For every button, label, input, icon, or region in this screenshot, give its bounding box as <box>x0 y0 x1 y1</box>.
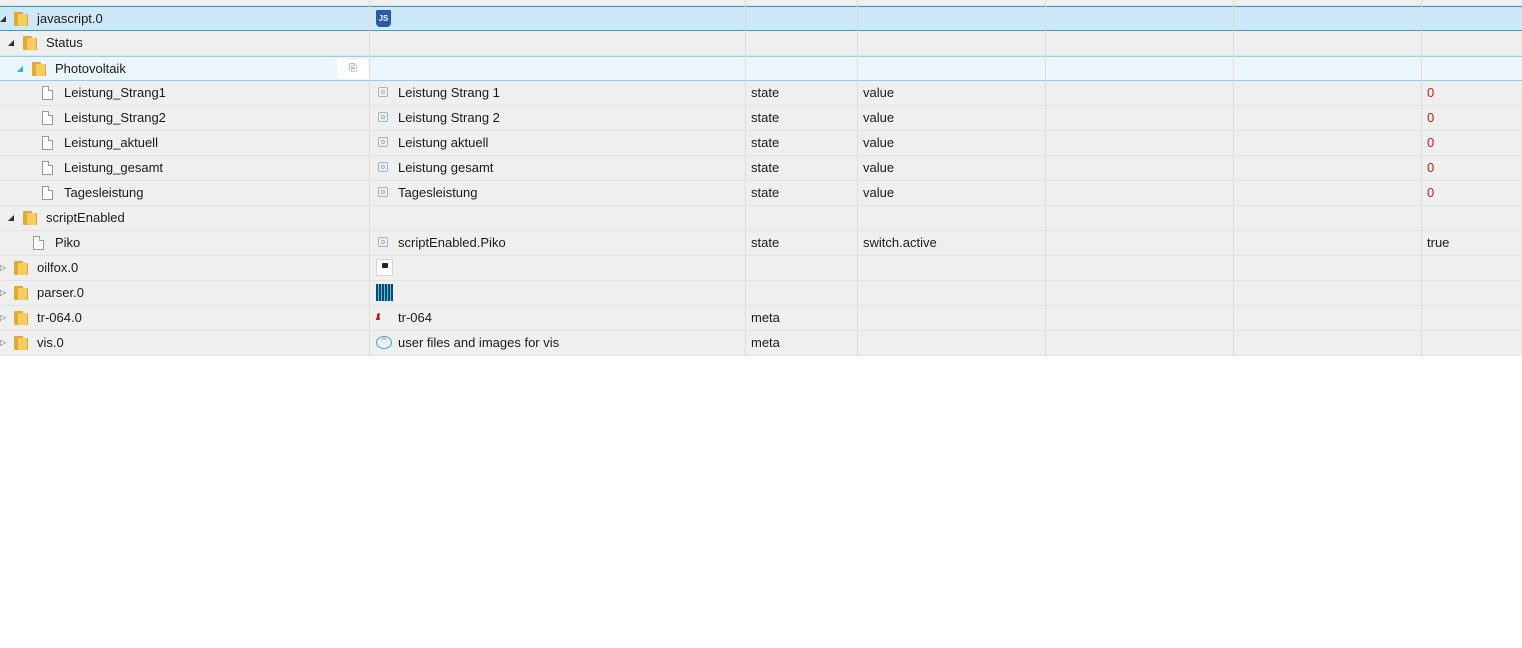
row-title: Leistung Strang 1 <box>398 85 500 100</box>
row-title: Leistung Strang 2 <box>398 110 500 125</box>
collapse-arrow-icon[interactable] <box>0 7 8 31</box>
js-icon: JS <box>376 10 391 27</box>
file-icon <box>42 111 53 125</box>
row-role: value <box>863 135 895 150</box>
column-divider[interactable] <box>1045 0 1046 356</box>
file-icon <box>42 86 53 100</box>
state-icon <box>378 237 388 247</box>
tree-row-piko[interactable]: Piko scriptEnabled.Piko state switch.act… <box>0 231 1522 256</box>
row-type: state <box>751 235 780 250</box>
tree-row-status[interactable]: Status <box>0 31 1522 56</box>
row-role: switch.active <box>863 235 937 250</box>
row-type: state <box>751 110 780 125</box>
row-name: Leistung_aktuell <box>64 135 158 150</box>
folder-icon <box>14 12 28 26</box>
tree-row-tr064[interactable]: tr-064.0 /\/\ tr-064 meta <box>0 306 1522 331</box>
row-role: value <box>863 85 895 100</box>
tree-row-leistung-strang1[interactable]: Leistung_Strang1 Leistung Strang 1 state… <box>0 81 1522 106</box>
row-name: Photovoltaik <box>55 61 126 76</box>
tree-row-javascript[interactable]: javascript.0 JS <box>0 6 1522 31</box>
collapse-arrow-icon[interactable] <box>6 31 16 55</box>
row-name: energy <box>37 0 337 5</box>
row-name: Tagesleistung <box>64 185 144 200</box>
row-title: Tagesleistung <box>398 185 478 200</box>
row-name: tr-064.0 <box>37 310 82 325</box>
expand-arrow-icon[interactable] <box>0 281 8 305</box>
row-title: user files and images for vis <box>398 335 560 350</box>
folder-icon <box>23 211 37 225</box>
file-icon <box>42 161 53 175</box>
tree-row-photovoltaik[interactable]: Photovoltaik ⎘ <box>0 56 1522 81</box>
row-name: Piko <box>55 235 81 250</box>
row-name: Leistung_Strang2 <box>64 110 166 125</box>
tree-row-tagesleistung[interactable]: Tagesleistung Tagesleistung state value … <box>0 181 1522 206</box>
row-role: value <box>863 185 895 200</box>
state-icon <box>378 162 388 172</box>
object-tree: energy javascript.0 JS Status Photovolta… <box>0 0 1522 356</box>
row-type: state <box>751 85 780 100</box>
row-value[interactable]: 0 <box>1427 181 1517 205</box>
file-icon <box>42 136 53 150</box>
row-value[interactable]: 0 <box>1427 106 1517 130</box>
collapse-arrow-icon[interactable] <box>6 206 16 230</box>
row-name: Leistung_Strang1 <box>64 85 166 100</box>
row-value[interactable]: 0 <box>1427 156 1517 180</box>
copy-icon[interactable]: ⎘ <box>337 59 369 79</box>
collapse-arrow-icon[interactable] <box>15 57 25 81</box>
file-icon <box>42 186 53 200</box>
state-icon <box>378 137 388 147</box>
state-icon <box>378 112 388 122</box>
row-name: javascript.0 <box>37 11 103 26</box>
tree-row-leistung-gesamt[interactable]: Leistung_gesamt Leistung gesamt state va… <box>0 156 1522 181</box>
parser-icon <box>376 284 393 301</box>
row-title: scriptEnabled.Piko <box>398 235 506 250</box>
expand-arrow-icon[interactable] <box>0 0 8 5</box>
tree-row-oilfox[interactable]: oilfox.0 <box>0 256 1522 281</box>
folder-icon <box>23 36 37 50</box>
folder-icon <box>32 62 46 76</box>
state-icon <box>378 187 388 197</box>
row-type: state <box>751 185 780 200</box>
column-divider[interactable] <box>857 0 858 356</box>
row-name: scriptEnabled <box>46 210 125 225</box>
column-divider[interactable] <box>1233 0 1234 356</box>
row-type: meta <box>751 310 780 325</box>
expand-arrow-icon[interactable] <box>0 306 8 330</box>
tree-row-scriptenabled[interactable]: scriptEnabled <box>0 206 1522 231</box>
tree-row-parser[interactable]: parser.0 <box>0 281 1522 306</box>
tr064-icon: /\/\ <box>376 312 380 322</box>
row-type: meta <box>751 335 780 350</box>
row-name: vis.0 <box>37 335 64 350</box>
row-title: Leistung aktuell <box>398 135 489 150</box>
expand-arrow-icon[interactable] <box>0 331 8 355</box>
row-value[interactable]: 0 <box>1427 131 1517 155</box>
folder-icon <box>14 311 28 325</box>
oilfox-icon <box>376 259 393 276</box>
row-name: Status <box>46 35 83 50</box>
row-role: value <box>863 160 895 175</box>
state-icon <box>378 87 388 97</box>
folder-icon <box>14 261 28 275</box>
row-role: value <box>863 110 895 125</box>
column-divider[interactable] <box>745 0 746 356</box>
row-name: Leistung_gesamt <box>64 160 164 175</box>
expand-arrow-icon[interactable] <box>0 256 8 280</box>
row-name: oilfox.0 <box>37 260 79 275</box>
row-type: state <box>751 135 780 150</box>
tree-row-leistung-aktuell[interactable]: Leistung_aktuell Leistung aktuell state … <box>0 131 1522 156</box>
column-divider[interactable] <box>369 0 370 356</box>
column-divider[interactable] <box>1421 0 1422 356</box>
row-name: parser.0 <box>37 285 84 300</box>
tree-row-leistung-strang2[interactable]: Leistung_Strang2 Leistung Strang 2 state… <box>0 106 1522 131</box>
folder-icon <box>14 286 28 300</box>
file-icon <box>33 236 44 250</box>
tree-row-vis[interactable]: vis.0 user files and images for vis meta <box>0 331 1522 356</box>
row-value[interactable]: true <box>1427 231 1517 255</box>
row-value[interactable]: 0 <box>1427 81 1517 105</box>
folder-icon <box>14 336 28 350</box>
row-type: state <box>751 160 780 175</box>
row-title: Leistung gesamt <box>398 160 494 175</box>
vis-icon <box>376 336 392 349</box>
row-title: tr-064 <box>398 310 432 325</box>
